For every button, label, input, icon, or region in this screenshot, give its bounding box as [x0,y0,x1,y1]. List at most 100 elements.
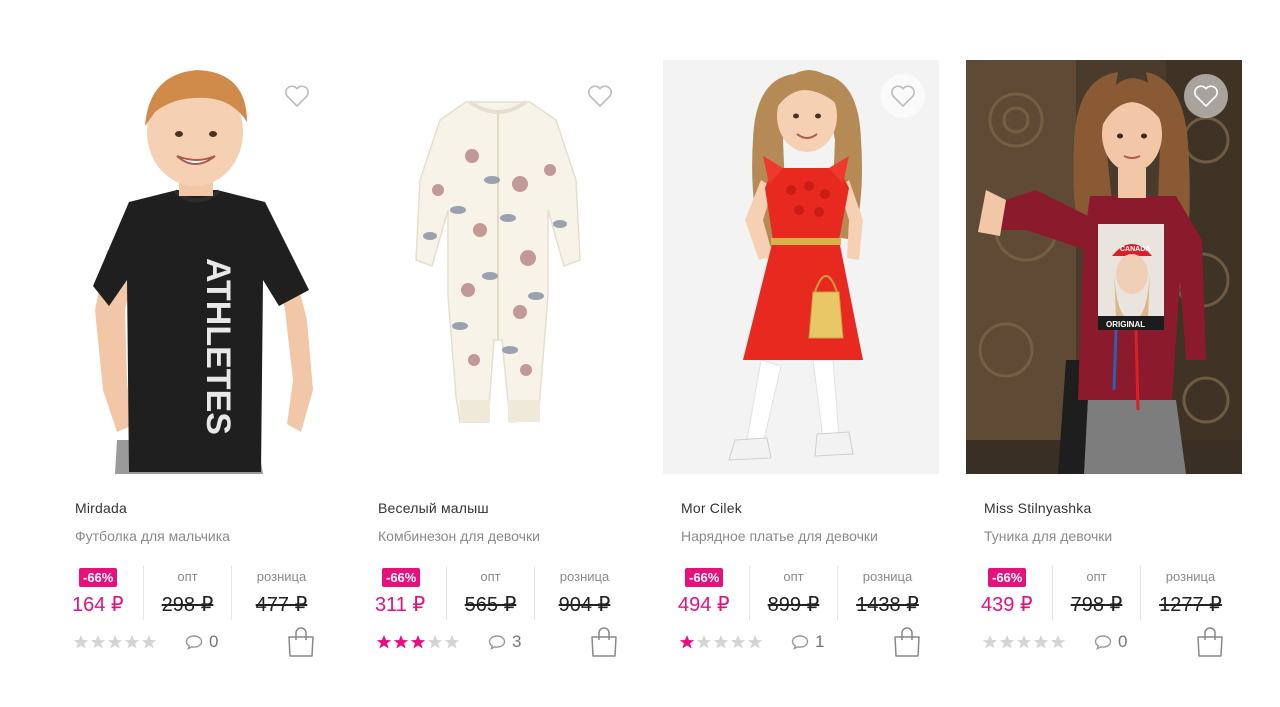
product-meta: 3 [376,626,624,662]
product-title[interactable]: Футболка для мальчика [75,528,230,544]
product-photo[interactable] [663,60,939,474]
sale-price: 494 ₽ [678,594,730,616]
comment-bubble-icon [1094,635,1112,650]
product-meta: 0 [982,626,1230,662]
discount-badge: -66% [382,568,421,587]
product-brand[interactable]: Mor Cilek [681,500,742,516]
product-photo-romper [360,60,636,474]
sale-price: 311 ₽ [375,594,426,616]
shirt-print-text: ATHLETES [199,258,237,435]
product-brand[interactable]: Miss Stilnyashka [984,500,1091,516]
rating-stars[interactable] [376,634,460,650]
retail-label: розница [256,569,307,584]
product-grid: ATHLETES Mirdada Футболка для мальчика -… [0,0,1280,707]
star-filled-icon [410,635,426,649]
comments-link[interactable]: 3 [488,632,521,652]
comments-count: 1 [815,632,825,651]
opt-label: опт [177,569,198,584]
product-photo[interactable] [360,60,636,474]
star-empty-icon [444,635,460,649]
product-photo[interactable]: CANADA ORIGINAL [966,60,1242,474]
price-block: -66% 494 ₽ опт 899 ₽ розница 1438 ₽ [677,566,939,620]
product-meta: 0 [73,626,321,662]
star-filled-icon [376,635,392,649]
price-block: -66% 439 ₽ опт 798 ₽ розница 1277 ₽ [980,566,1242,620]
favorite-button[interactable] [578,74,622,118]
product-photo-girl-tunic: CANADA ORIGINAL [966,60,1242,474]
price-block: -66% 311 ₽ опт 565 ₽ розница 904 ₽ [374,566,636,620]
favorite-button[interactable] [881,74,925,118]
heart-outline-icon [285,85,309,107]
product-card[interactable]: ATHLETES Mirdada Футболка для мальчика -… [57,60,333,670]
star-empty-icon [124,635,140,649]
star-empty-icon [999,635,1015,649]
opt-price: 899 ₽ [767,594,820,616]
favorite-button[interactable] [275,74,319,118]
star-empty-icon [713,635,729,649]
retail-price: 477 ₽ [255,594,308,616]
discount-badge: -66% [685,568,724,587]
star-empty-icon [90,635,106,649]
discount-badge: -66% [988,568,1027,587]
star-empty-icon [141,635,157,649]
star-empty-icon [1016,635,1032,649]
star-empty-icon [982,635,998,649]
product-brand[interactable]: Веселый малыш [378,500,489,516]
sale-price: 164 ₽ [72,594,124,616]
sale-price: 439 ₽ [981,594,1033,616]
retail-label: розница [559,569,610,584]
comments-link[interactable]: 1 [791,632,824,652]
product-meta: 1 [679,626,927,662]
comment-bubble-icon [488,635,506,650]
shopping-bag-icon[interactable] [287,626,315,658]
star-empty-icon [1050,635,1066,649]
rating-stars[interactable] [982,634,1066,650]
product-photo-boy-tshirt: ATHLETES [57,60,333,474]
opt-label: опт [1086,569,1107,584]
comments-count: 0 [209,632,219,651]
comment-bubble-icon [791,635,809,650]
product-card[interactable]: Веселый малыш Комбинезон для девочки -66… [360,60,636,670]
star-empty-icon [696,635,712,649]
star-empty-icon [730,635,746,649]
rating-stars[interactable] [679,634,763,650]
favorite-button[interactable] [1184,74,1228,118]
comments-link[interactable]: 0 [1094,632,1127,652]
product-photo[interactable]: ATHLETES [57,60,333,474]
product-card[interactable]: CANADA ORIGINAL Miss Stilnyashka Туника … [966,60,1242,670]
star-empty-icon [747,635,763,649]
rating-stars[interactable] [73,634,157,650]
opt-price: 565 ₽ [464,594,517,616]
star-empty-icon [1033,635,1049,649]
discount-badge: -66% [79,568,118,587]
comments-count: 3 [512,632,522,651]
opt-price: 798 ₽ [1070,594,1123,616]
heart-outline-icon [588,85,612,107]
shopping-bag-icon[interactable] [893,626,921,658]
comment-bubble-icon [185,635,203,650]
retail-price: 1277 ₽ [1159,594,1222,616]
heart-outline-icon [891,85,915,107]
star-filled-icon [679,635,695,649]
product-photo-girl-red-dress [663,60,939,474]
price-block: -66% 164 ₽ опт 298 ₽ розница 477 ₽ [71,566,333,620]
shopping-bag-icon[interactable] [590,626,618,658]
retail-price: 904 ₽ [558,594,611,616]
heart-outline-icon [1194,85,1218,107]
star-empty-icon [107,635,123,649]
product-card[interactable]: Mor Cilek Нарядное платье для девочки -6… [663,60,939,670]
product-title[interactable]: Нарядное платье для девочки [681,528,878,544]
comments-link[interactable]: 0 [185,632,218,652]
retail-price: 1438 ₽ [856,594,919,616]
star-empty-icon [427,635,443,649]
comments-count: 0 [1118,632,1128,651]
product-title[interactable]: Комбинезон для девочки [378,528,540,544]
product-brand[interactable]: Mirdada [75,500,127,516]
shopping-bag-icon[interactable] [1196,626,1224,658]
product-title[interactable]: Туника для девочки [984,528,1112,544]
retail-label: розница [862,569,913,584]
opt-price: 298 ₽ [161,594,214,616]
star-filled-icon [393,635,409,649]
opt-label: опт [480,569,501,584]
star-empty-icon [73,635,89,649]
